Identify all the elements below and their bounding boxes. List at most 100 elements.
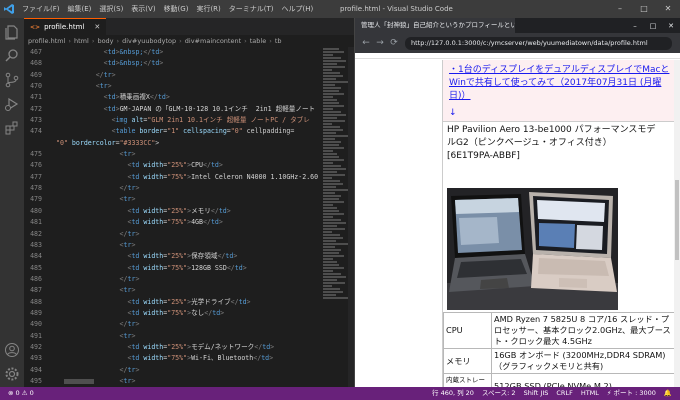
menu-view[interactable]: 表示(V) [127,0,159,18]
address-bar[interactable]: http://127.0.0.1:3000/c:/ymcserver/web/y… [405,36,672,50]
code-line[interactable]: 469 </tr> [24,70,320,81]
code-line[interactable]: 474 <table border="1" cellspacing="0" ce… [24,126,320,137]
bookmarks-bar [355,53,680,59]
live-server-port[interactable]: ⚡ ポート : 3000 [603,387,660,400]
run-debug-icon[interactable] [4,96,20,112]
search-icon[interactable] [4,48,20,64]
code-line[interactable]: 480 <td width="25%">メモリ</td> [24,206,320,217]
code-area[interactable]: 467 <td>&nbsp;</td> 468 <td>&nbsp;</td> 46… [24,47,320,387]
breadcrumb: profile.html › html › body › div#yuubodytop › di… [24,35,354,47]
minimize-button[interactable]: – [608,0,632,18]
menu-selection[interactable]: 選択(S) [95,0,127,18]
dual-display-link[interactable]: ・1台のディスプレイをデュアルディスプレイでMacとWinで共有して使ってみて（… [449,64,673,103]
code-line[interactable]: 477 <td width="75%">Intel Celeron N4000 … [24,172,320,183]
encoding[interactable]: Shift JIS [520,387,553,400]
browser-close-button[interactable]: ✕ [662,22,680,30]
code-line[interactable]: 471 <td>積乗画複X</td> [24,92,320,103]
menu-edit[interactable]: 編集(E) [64,0,96,18]
notifications-bell-icon[interactable]: 🔔 [660,387,676,400]
explorer-icon[interactable] [4,24,20,40]
minimap-line [323,201,344,203]
account-icon[interactable] [4,342,20,358]
browser-minimize-button[interactable]: – [626,22,644,30]
source-control-icon[interactable] [4,72,20,88]
cursor-position[interactable]: 行 460, 列 20 [428,387,478,400]
line-ending[interactable]: CRLF [552,387,576,400]
browser-tab[interactable]: 管理人「封神狼」自己紹介というかプロフィールというか [355,18,515,33]
code-line[interactable]: 481 <td width="75%">4GB</td> [24,217,320,228]
page-scrollbar[interactable] [674,60,680,387]
code-line[interactable]: 467 <td>&nbsp;</td> [24,47,320,58]
minimap-line [323,273,342,275]
code-line[interactable]: 478 </tr> [24,183,320,194]
reload-icon[interactable]: ⟳ [387,38,401,48]
code-line[interactable]: 479 <tr> [24,194,320,205]
line-number: 467 [30,48,42,56]
breadcrumb-item[interactable]: div#maincontent [185,37,241,45]
menu-help[interactable]: ヘルプ(H) [278,0,318,18]
breadcrumb-item[interactable]: html [74,37,89,45]
maximize-button[interactable]: □ [632,0,656,18]
line-content: <td>&nbsp;</td> [103,59,164,68]
minimap-line [323,51,344,53]
language-mode[interactable]: HTML [577,387,603,400]
extensions-icon[interactable] [4,120,20,136]
minimap-line [323,240,336,242]
page-scrollbar-thumb[interactable] [675,180,679,260]
code-line[interactable]: 482 </tr> [24,229,320,240]
minimap-line [323,141,342,143]
code-line[interactable]: 491 <tr> [24,331,320,342]
line-number: 490 [30,320,42,329]
browser-maximize-button[interactable]: □ [644,22,662,30]
minimap-line [323,129,343,131]
minimap-line [323,108,334,110]
menu-run[interactable]: 実行(R) [192,0,224,18]
line-content: <td width="25%">光学ドライブ</td> [127,297,251,306]
tab-close-icon[interactable]: ✕ [94,23,100,31]
indentation[interactable]: スペース: 2 [478,387,520,400]
code-line[interactable]: 484 <td width="25%">保存領域</td> [24,251,320,262]
code-line[interactable]: 476 <td width="25%">CPU</td> [24,160,320,171]
editor-horizontal-scrollbar-thumb[interactable] [64,379,94,384]
breadcrumb-item[interactable]: div#yuubodytop [122,37,176,45]
breadcrumb-separator: › [91,37,95,45]
close-button[interactable]: ✕ [656,0,680,18]
breadcrumb-item[interactable]: tb [275,37,282,45]
code-line[interactable]: 485 <td width="75%">128GB SSD</td> [24,263,320,274]
breadcrumb-item[interactable]: table [250,37,266,45]
code-line[interactable]: 486 </tr> [24,274,320,285]
menu-go[interactable]: 移動(G) [160,0,193,18]
code-line[interactable]: 472 <td>GM-JAPAN の「GLM-10-128 10.1インチ 2i… [24,104,320,115]
code-line[interactable]: 490 </tr> [24,319,320,330]
minimap-line [323,207,338,209]
code-line[interactable]: 489 <td width="75%">なし</td> [24,308,320,319]
tab-profile-html[interactable]: <> profile.html ✕ [24,18,107,35]
breadcrumb-item[interactable]: profile.html [28,37,65,45]
code-line[interactable]: 468 <td>&nbsp;</td> [24,58,320,69]
code-line[interactable]: 493 <td width="75%">Wi-Fi、Bluetooth</td> [24,353,320,364]
menu-file[interactable]: ファイル(F) [18,0,64,18]
line-number: 483 [30,240,42,249]
line-number: 481 [30,218,42,227]
code-line[interactable]: 488 <td width="25%">光学ドライブ</td> [24,297,320,308]
menu-terminal[interactable]: ターミナル(T) [225,0,278,18]
forward-arrow-icon[interactable]: → [373,38,387,48]
settings-gear-icon[interactable] [4,366,20,382]
code-line[interactable]: 487 <tr> [24,285,320,296]
window-controls: – □ ✕ [608,0,680,18]
minimap-line [323,225,338,227]
minimap-line [323,132,336,134]
back-arrow-icon[interactable]: ← [359,38,373,48]
product-title: HP Pavilion Aero 13-be1000 パフォーマンスモデルG2（… [447,125,656,161]
minimap[interactable] [322,47,348,387]
code-line[interactable]: 494 </tr> [24,365,320,376]
problems-indicator[interactable]: ⊗ 0 ⚠ 0 [4,387,38,400]
code-line[interactable]: 483 <tr> [24,240,320,251]
code-line[interactable]: 470 <tr> [24,81,320,92]
code-line[interactable]: 475 <tr> [24,149,320,160]
code-line[interactable]: 473 <img alt="GLM 2in1 10.1インチ 超軽量 ノートPC… [24,115,320,126]
code-line[interactable]: "0" bordercolor="#3333CC"> [24,138,320,149]
code-line[interactable]: 492 <td width="25%">モデム/ネットワーク</td> [24,342,320,353]
spec-row: メモリ 16GB オンボード (3200MHz,DDR4 SDRAM)（グラフィッ… [443,348,675,374]
breadcrumb-item[interactable]: body [97,37,113,45]
